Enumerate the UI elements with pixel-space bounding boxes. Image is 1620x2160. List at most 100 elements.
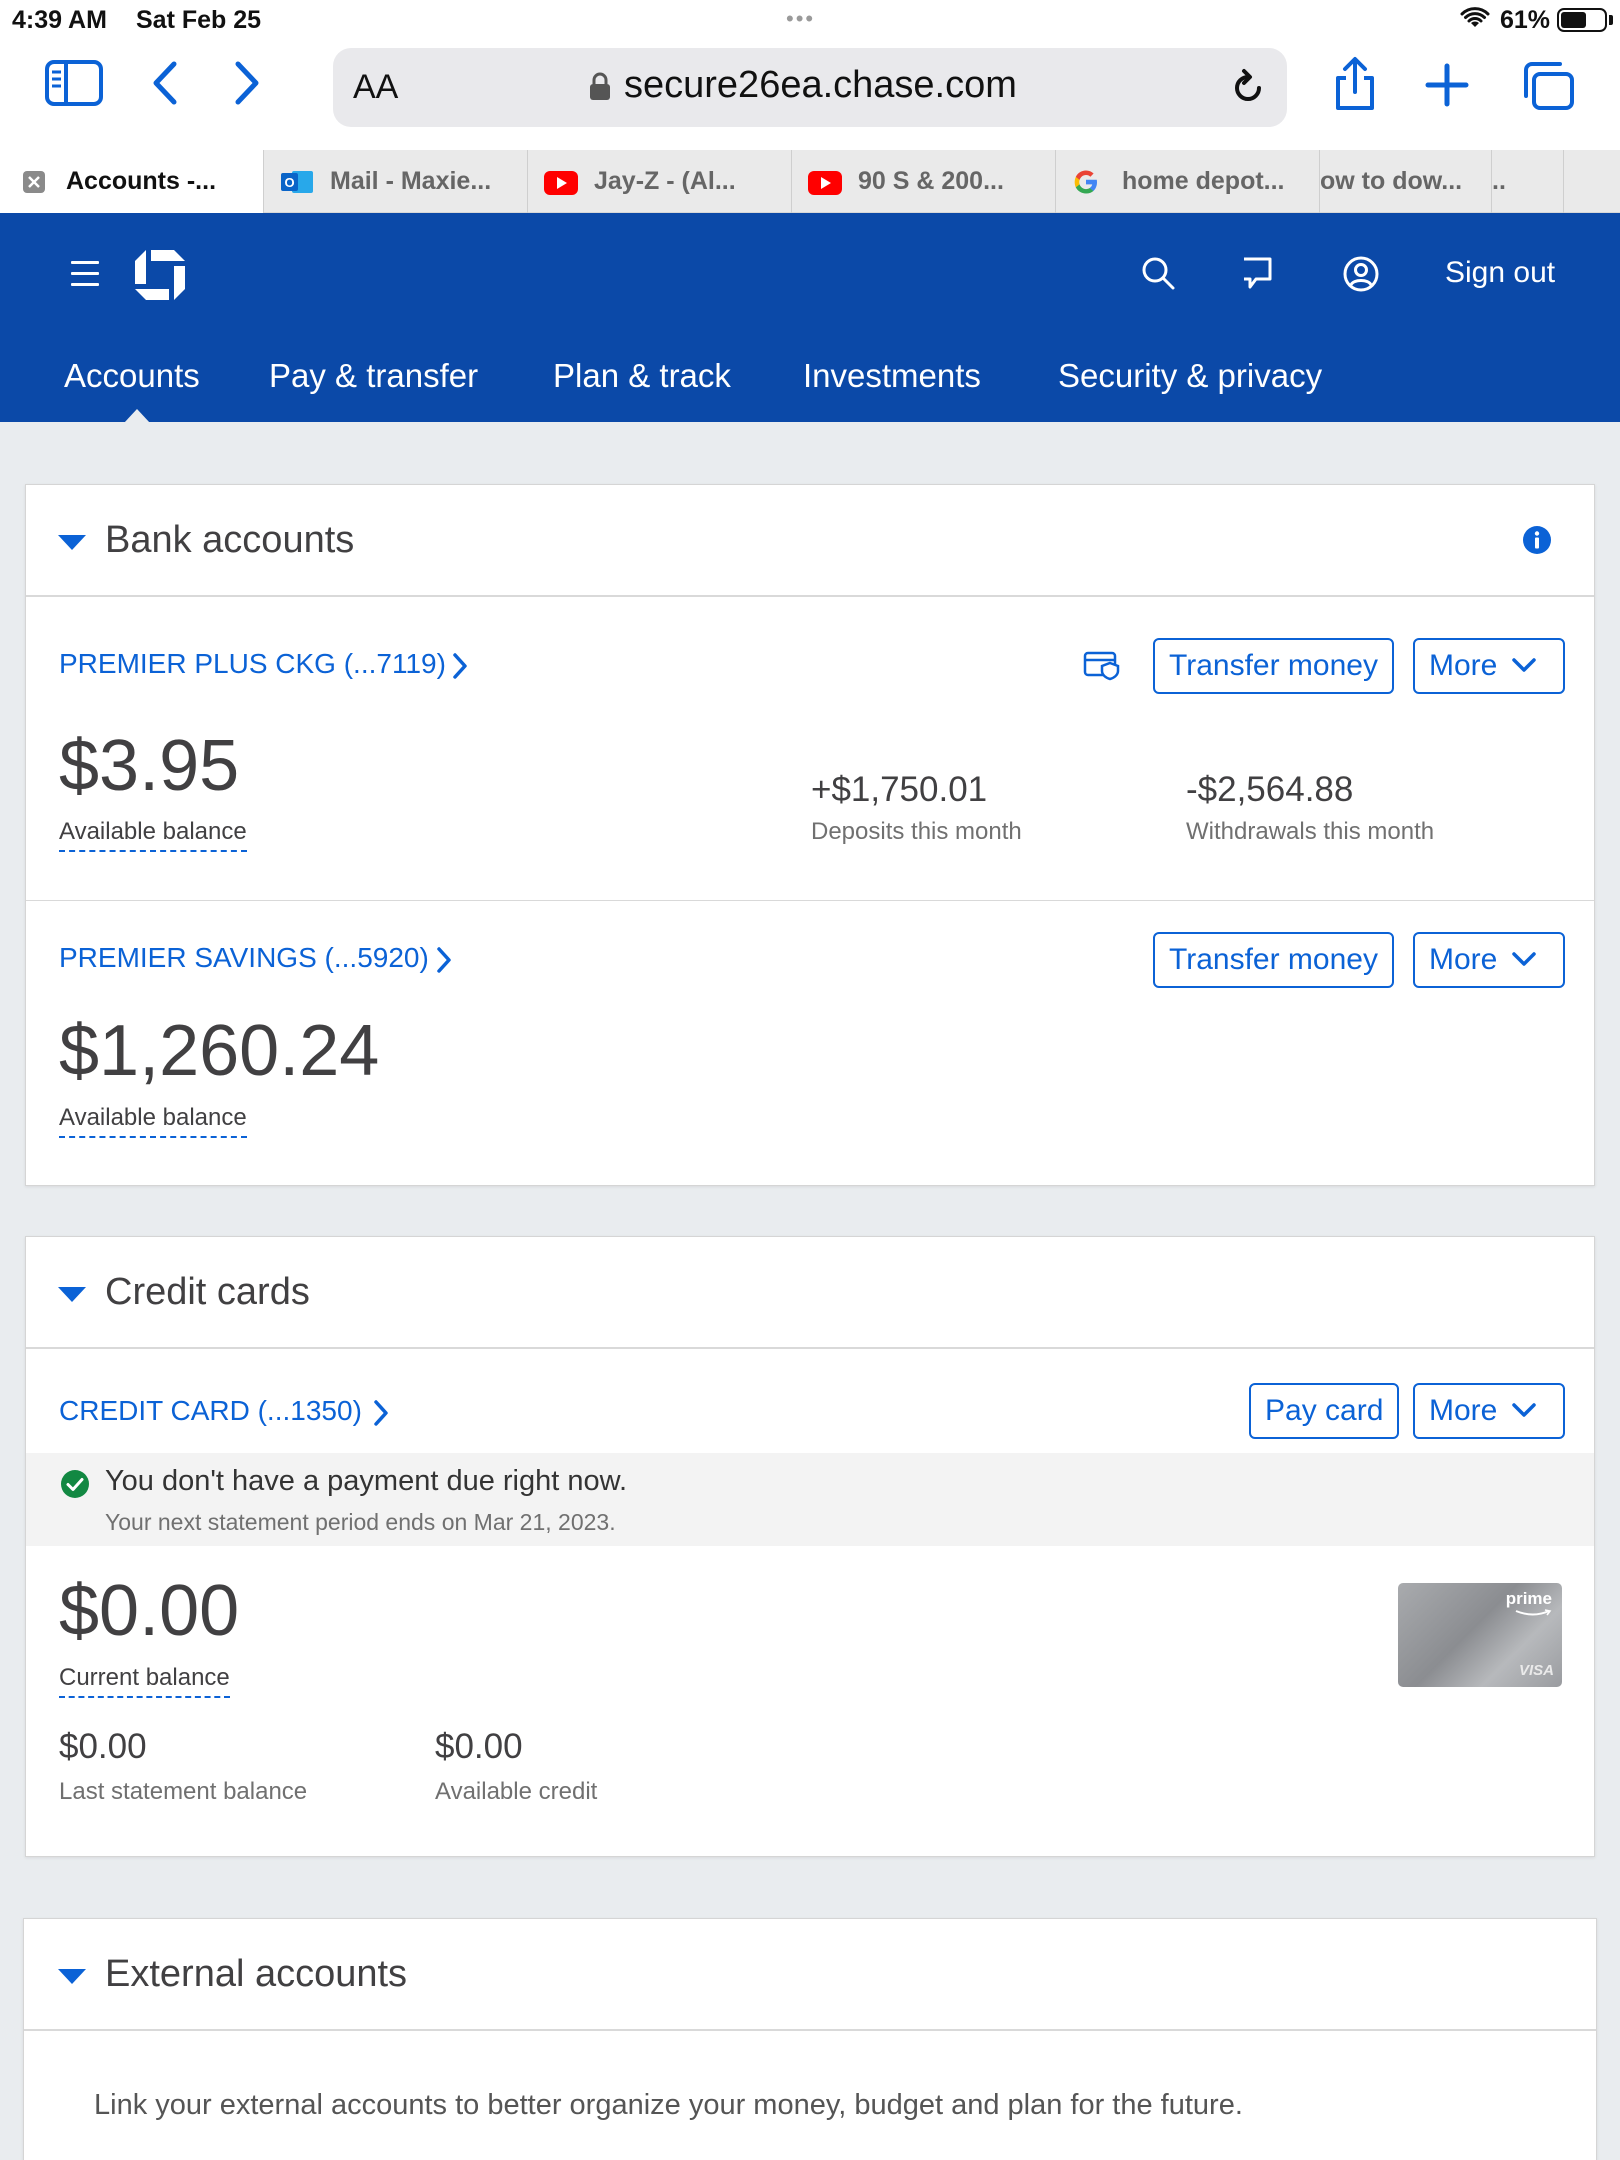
checking-account-link[interactable]: PREMIER PLUS CKG (...7119) <box>59 648 446 680</box>
external-accounts-card: External accounts Link your external acc… <box>23 1918 1597 2160</box>
menu-icon[interactable] <box>71 261 99 286</box>
address-bar[interactable]: AA secure26ea.chase.com <box>333 48 1287 127</box>
nav-security-privacy[interactable]: Security & privacy <box>1058 357 1322 395</box>
reader-settings-button[interactable]: AA <box>353 68 398 107</box>
more-label: More <box>1429 943 1498 976</box>
external-accounts-header[interactable]: External accounts <box>24 1919 1596 2031</box>
more-button[interactable]: More <box>1413 932 1565 988</box>
current-balance: $0.00 <box>59 1571 240 1651</box>
outlook-icon: O <box>280 168 314 203</box>
multitasking-dots-icon[interactable]: ••• <box>786 6 815 32</box>
youtube-icon <box>808 171 842 202</box>
new-tab-icon[interactable] <box>1424 62 1470 113</box>
tab-label: Accounts -... <box>66 167 217 195</box>
sidebar-icon[interactable] <box>44 58 104 113</box>
tab-mail[interactable]: O Mail - Maxie... <box>264 150 528 213</box>
reload-icon[interactable] <box>1226 66 1270 115</box>
available-credit-amount: $0.00 <box>435 1727 523 1766</box>
tab-youtube-2[interactable]: 90 S & 200... <box>792 150 1056 213</box>
active-nav-indicator <box>124 409 150 423</box>
chevron-down-icon <box>1511 1383 1537 1435</box>
tab-label: Jay-Z - (Al... <box>594 167 736 195</box>
battery-icon <box>1557 8 1607 32</box>
tab-more[interactable]: .. <box>1492 150 1564 213</box>
nav-pay-transfer[interactable]: Pay & transfer <box>269 357 478 395</box>
collapse-caret-icon[interactable] <box>58 1969 86 1984</box>
nav-accounts[interactable]: Accounts <box>64 357 200 395</box>
collapse-caret-icon[interactable] <box>58 1287 86 1302</box>
battery-percent: 61% <box>1500 6 1551 34</box>
tab-label: Mail - Maxie... <box>330 167 492 195</box>
svg-text:O: O <box>284 175 294 190</box>
wifi-icon <box>1460 6 1490 35</box>
profile-icon[interactable] <box>1342 255 1380 298</box>
tab-how-to[interactable]: ow to dow... <box>1320 150 1492 213</box>
google-icon <box>1072 168 1100 203</box>
transfer-money-button[interactable]: Transfer money <box>1153 638 1394 694</box>
tab-label: 90 S & 200... <box>858 167 1004 195</box>
chase-header: Sign out Accounts Pay & transfer Plan & … <box>0 213 1620 423</box>
available-credit-label: Available credit <box>435 1778 598 1805</box>
bank-accounts-card: Bank accounts PREMIER PLUS CKG (...7119)… <box>25 484 1595 1186</box>
chevron-right-icon[interactable] <box>371 1398 391 1433</box>
withdrawals-amount: -$2,564.88 <box>1186 770 1354 809</box>
credit-cards-title: Credit cards <box>105 1271 310 1313</box>
divider <box>26 900 1594 901</box>
visa-logo: VISA <box>1518 1662 1554 1679</box>
more-button[interactable]: More <box>1413 1383 1565 1439</box>
search-icon[interactable] <box>1140 255 1176 296</box>
status-date: Sat Feb 25 <box>136 6 262 34</box>
credit-card-image[interactable]: prime VISA <box>1398 1583 1562 1687</box>
deposits-label: Deposits this month <box>811 818 1022 845</box>
status-time: 4:39 AM <box>12 6 107 34</box>
tab-google[interactable]: home depot... <box>1056 150 1320 213</box>
more-button[interactable]: More <box>1413 638 1565 694</box>
credit-card-link[interactable]: CREDIT CARD (...1350) <box>59 1395 362 1427</box>
lock-icon <box>588 72 612 107</box>
notice-detail: Your next statement period ends on Mar 2… <box>105 1509 616 1535</box>
notice-message: You don't have a payment due right now. <box>105 1465 628 1497</box>
bank-accounts-header[interactable]: Bank accounts <box>26 485 1594 597</box>
bank-accounts-title: Bank accounts <box>105 519 355 561</box>
chase-logo[interactable] <box>134 249 186 306</box>
info-icon[interactable] <box>1522 525 1552 560</box>
chevron-down-icon <box>1511 638 1537 690</box>
current-balance-label[interactable]: Current balance <box>59 1664 230 1698</box>
deposits-amount: +$1,750.01 <box>811 770 988 809</box>
share-icon[interactable] <box>1330 56 1380 117</box>
messages-icon[interactable] <box>1240 255 1274 296</box>
youtube-icon <box>544 171 578 202</box>
chevron-right-icon[interactable] <box>450 651 470 686</box>
close-tab-icon[interactable] <box>22 170 46 201</box>
forward-icon[interactable] <box>232 58 262 113</box>
savings-account-link[interactable]: PREMIER SAVINGS (...5920) <box>59 942 429 974</box>
browser-toolbar: AA secure26ea.chase.com <box>0 40 1620 150</box>
status-bar: 4:39 AM Sat Feb 25 ••• 61% <box>0 0 1620 40</box>
transfer-money-button[interactable]: Transfer money <box>1153 932 1394 988</box>
checking-balance: $3.95 <box>59 726 240 806</box>
tab-youtube-1[interactable]: Jay-Z - (Al... <box>528 150 792 213</box>
tab-label: home depot... <box>1122 167 1285 195</box>
credit-cards-header[interactable]: Credit cards <box>26 1237 1594 1349</box>
last-statement-amount: $0.00 <box>59 1727 147 1766</box>
tabs-overview-icon[interactable] <box>1520 60 1576 117</box>
credit-cards-card: Credit cards CREDIT CARD (...1350) Pay c… <box>25 1236 1595 1857</box>
available-balance-label[interactable]: Available balance <box>59 1104 247 1138</box>
tab-accounts[interactable]: Accounts -... <box>0 150 264 213</box>
sign-out-link[interactable]: Sign out <box>1445 256 1555 290</box>
collapse-caret-icon[interactable] <box>58 535 86 550</box>
external-accounts-description: Link your external accounts to better or… <box>94 2089 1243 2121</box>
more-label: More <box>1429 649 1498 682</box>
more-label: More <box>1429 1394 1498 1427</box>
pay-card-button[interactable]: Pay card <box>1249 1383 1400 1439</box>
card-shield-icon[interactable] <box>1082 647 1122 688</box>
available-balance-label[interactable]: Available balance <box>59 818 247 852</box>
tab-label: .. <box>1492 167 1506 195</box>
check-circle-icon <box>60 1469 90 1504</box>
last-statement-label: Last statement balance <box>59 1778 308 1805</box>
chevron-right-icon[interactable] <box>434 945 454 980</box>
back-icon[interactable] <box>150 58 180 113</box>
nav-plan-track[interactable]: Plan & track <box>553 357 731 395</box>
external-accounts-title: External accounts <box>105 1953 408 1995</box>
nav-investments[interactable]: Investments <box>803 357 981 395</box>
